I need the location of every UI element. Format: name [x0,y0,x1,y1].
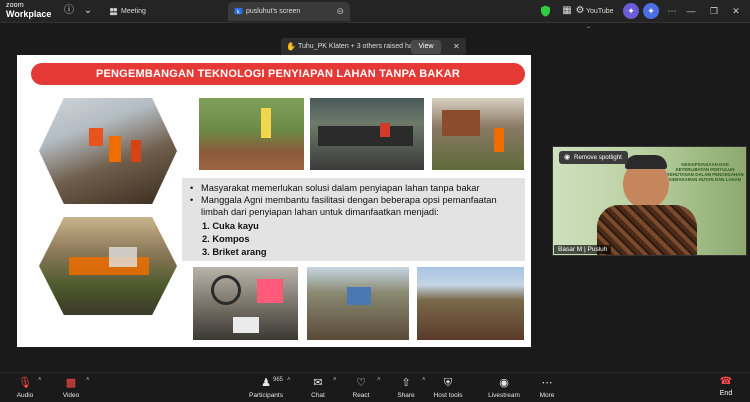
chevron-up-icon[interactable]: ˄ [287,377,291,383]
notice-text: Tuhu_PK Klaten + 3 others raised hands [298,43,425,50]
spotlight-label: Remove spotlight [574,154,622,161]
raised-hands-notice: ✋ Tuhu_PK Klaten + 3 others raised hands… [281,38,466,56]
chevron-up-icon[interactable]: ˄ [333,377,337,383]
end-button[interactable]: ☎ End [711,372,741,401]
participants-label: Participants [249,392,283,399]
raised-hand-icon: ✋ [286,42,296,51]
list-item: 1. Cuka kayu [202,221,259,231]
react-button[interactable]: ♡ React ˄ [347,373,381,402]
share-icon: ⇧ [401,377,411,389]
apps-icon[interactable]: ✦ [623,3,639,19]
tab-label: Meeting [121,8,146,15]
share-label: Share [397,392,415,399]
remove-spotlight-button[interactable]: ◉ Remove spotlight [559,151,628,164]
camera-off-icon: ▩ [65,377,77,389]
brand-line2: Workplace [6,9,52,19]
more-icon: ⋯ [541,377,553,389]
list-item: 3. Briket arang [202,247,267,257]
tab-pusluhut-screen[interactable]: k pusluhut's screen ⊖ [228,2,350,21]
hut-photo [432,98,524,170]
background-text: KESIAPSIAGAAN DAN KETERLIBATAN PENYULUH … [666,162,744,182]
meeting-icon [109,7,118,16]
audio-label: Audio [16,392,34,399]
chat-icon: ✉ [313,377,323,389]
speaker-hair [625,155,667,169]
machine-photo [193,267,298,340]
more-label: More [539,392,555,399]
end-call-icon: ☎ [719,376,733,387]
close-icon[interactable]: ✕ [729,3,743,19]
bullet-text: Manggala Agni membantu fasilitasi dengan… [201,195,497,217]
compost-photo [307,267,409,340]
ai-companion-icon[interactable]: ✦ [643,3,659,19]
host-tools-button[interactable]: ⛨ Host tools [432,373,464,402]
fire-photo-hexagon [39,98,177,204]
close-tab-icon[interactable]: ⊖ [336,2,344,21]
close-icon[interactable]: ✕ [453,38,460,56]
chevron-up-icon[interactable]: ˄ [377,377,381,383]
notes-icon[interactable]: ▦ [561,5,573,17]
participant-name: Basar M | Pusluh [554,245,612,254]
shared-slide: PENGEMBANGAN TEKNOLOGI PENYIAPAN LAHAN T… [17,55,531,347]
audio-button[interactable]: 🎙 Audio ˄ [10,373,42,402]
title-bar: zoom Workplace ⓘ ⌄ Meeting k pusluhut's … [0,0,750,30]
more-button[interactable]: ⋯ More [535,373,559,402]
tab-label: pusluhut's screen [246,8,301,15]
screen-share-icon: k [234,7,243,15]
chevron-up-icon[interactable]: ˄ [422,377,426,383]
chevron-down-icon: ⌄ [586,24,592,30]
tab-meeting[interactable]: Meeting [103,2,223,21]
zoom-workplace-logo: zoom Workplace [6,2,52,19]
share-button[interactable]: ⇧ Share ˄ [392,373,425,402]
shield-icon: ⛨ [443,377,453,389]
meeting-toolbar: 🎙 Audio ˄ ▩ Video ˄ ♟ Participants 965 ˄… [0,372,750,401]
react-label: React [352,392,370,399]
end-label: End [719,390,733,397]
land-clearing-photo [199,98,304,170]
video-label: Video [62,392,80,399]
participants-button[interactable]: ♟ Participants 965 ˄ [246,373,291,402]
microphone-muted-icon: 🎙 [18,377,32,389]
info-textbox: • Masyarakat memerlukan solusi dalam pen… [182,178,525,261]
bullet-text: Masyarakat memerlukan solusi dalam penyi… [201,183,480,193]
livestream-button[interactable]: ◉ Livestream [487,373,521,402]
more-options-icon[interactable]: ⋯ [665,3,679,19]
info-icon[interactable]: ⓘ [63,5,75,17]
participant-count: 965 [273,377,284,383]
group-meeting-photo [310,98,424,170]
livestream-icon: ◉ [499,377,509,389]
chevron-up-icon[interactable]: ˄ [86,377,90,383]
host-tools-label: Host tools [433,392,463,399]
livestream-label: Livestream [488,392,520,399]
spotlight-video[interactable]: KESIAPSIAGAAN DAN KETERLIBATAN PENYULUH … [552,146,747,256]
minimize-icon[interactable]: — [684,3,698,19]
heart-icon: ♡ [356,377,366,389]
shield-icon[interactable] [540,5,551,17]
view-button[interactable]: View [411,40,441,54]
team-photo-hexagon [39,217,177,315]
field-photo [417,267,524,340]
chevron-down-icon[interactable]: ⌄ [82,5,94,17]
video-button[interactable]: ▩ Video ˄ [56,373,90,402]
chat-button[interactable]: ✉ Chat ˄ [305,373,336,402]
spotlight-icon: ◉ [564,154,571,161]
chat-label: Chat [311,392,325,399]
youtube-label: YouTube [586,8,614,15]
chevron-up-icon[interactable]: ˄ [38,377,42,383]
list-item: 2. Kompos [202,234,250,244]
youtube-chip[interactable]: YouTube ⌄ [585,4,618,30]
speaker-batik-shirt [597,205,697,255]
restore-icon[interactable]: ❐ [707,3,721,19]
slide-title: PENGEMBANGAN TEKNOLOGI PENYIAPAN LAHAN T… [31,63,525,85]
